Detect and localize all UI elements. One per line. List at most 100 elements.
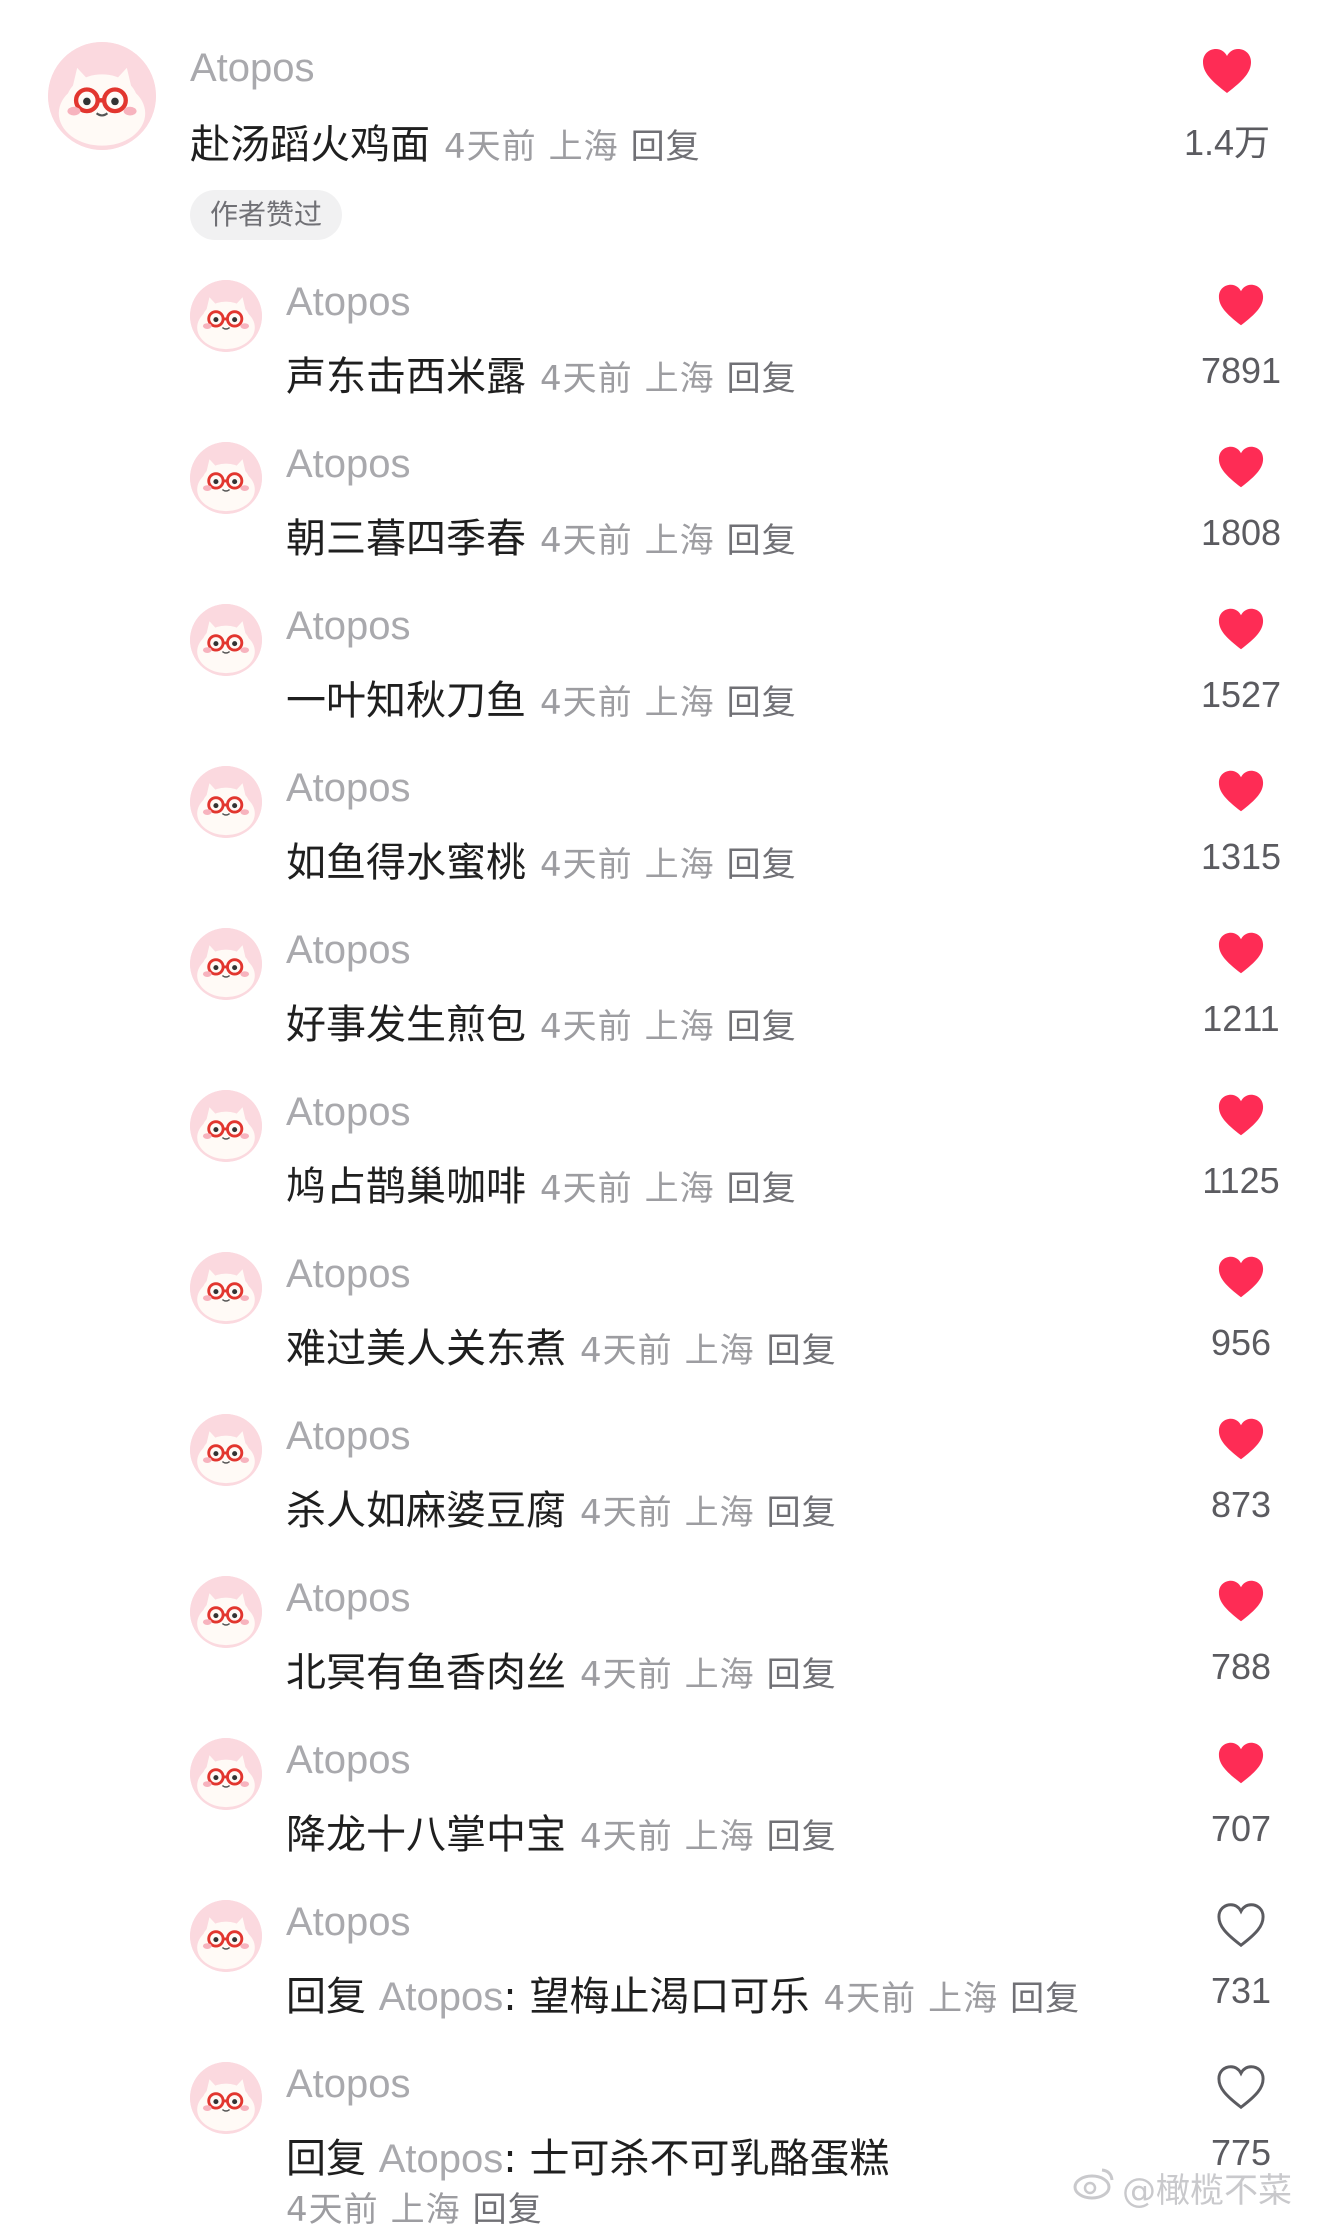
comment-text-line: 朝三暮四季春 4天前 上海 回复 [286,506,809,564]
avatar[interactable] [190,1252,262,1324]
comment-location: 上海 [548,127,619,167]
reply-button[interactable]: 回复 [767,1817,837,1857]
reply-button[interactable]: 回复 [767,1493,837,1533]
reply-item: Atopos 降龙十八掌中宝 4天前 上海 回复 707 [0,1730,1320,1892]
like-heart-icon[interactable] [1216,930,1266,976]
like-heart-icon[interactable] [1216,1740,1266,1786]
comment-username[interactable]: Atopos [286,442,411,487]
comment-text: 难过美人关东煮 [286,1326,566,1372]
comment-time: 4天前 [540,1007,633,1047]
reply-button[interactable]: 回复 [727,845,797,885]
reply-button[interactable]: 回复 [727,683,797,723]
avatar[interactable] [48,42,156,150]
comment-text: 北冥有鱼香肉丝 [286,1650,566,1696]
comment-location: 上海 [644,521,715,561]
like-heart-icon[interactable] [1216,768,1266,814]
reply-item: Atopos 如鱼得水蜜桃 4天前 上海 回复 1315 [0,758,1320,920]
comment-username[interactable]: Atopos [286,1738,411,1783]
comment-text: 一叶知秋刀鱼 [286,678,526,724]
reply-item: Atopos 声东击西米露 4天前 上海 回复 7891 [0,272,1320,434]
avatar[interactable] [190,766,262,838]
reply-button[interactable]: 回复 [767,1331,837,1371]
reply-button[interactable]: 回复 [727,1169,797,1209]
comment-time: 4天前 [540,683,633,723]
comment-username[interactable]: Atopos [286,1414,411,1459]
comment-text: 鸠占鹊巢咖啡 [286,1164,526,1210]
like-heart-icon[interactable] [1216,1416,1266,1462]
comment-time: 4天前 [286,2190,379,2230]
comment-username[interactable]: Atopos [286,604,411,649]
like-count: 1125 [1202,1160,1280,1201]
avatar[interactable] [190,1576,262,1648]
comment-username[interactable]: Atopos [286,766,411,811]
like-heart-icon[interactable] [1216,1902,1266,1948]
avatar[interactable] [190,1414,262,1486]
comment-time: 4天前 [540,359,633,399]
comment-username[interactable]: Atopos [286,1252,411,1297]
comment-location: 上海 [644,1169,715,1209]
like-heart-icon[interactable] [1216,282,1266,328]
like-heart-icon[interactable] [1216,444,1266,490]
comment-text: 杀人如麻婆豆腐 [286,1488,566,1534]
comment-text: 朝三暮四季春 [286,516,526,562]
comment-username[interactable]: Atopos [286,1576,411,1621]
reply-target-username[interactable]: Atopos [379,2137,504,2181]
like-heart-icon[interactable] [1216,1578,1266,1624]
avatar[interactable] [190,604,262,676]
weibo-logo-icon [1072,2165,1116,2210]
comment-location: 上海 [644,359,715,399]
avatar[interactable] [190,1738,262,1810]
reply-button[interactable]: 回复 [727,359,797,399]
avatar[interactable] [190,1900,262,1972]
top-comment: Atopos 赴汤蹈火鸡面 4天前 上海 回复 作者赞过 1.4万 [0,0,1320,250]
like-heart-icon[interactable] [1216,1254,1266,1300]
avatar[interactable] [190,280,262,352]
watermark: @橄榄不菜 [1072,2163,1292,2212]
comment-time: 4天前 [823,1979,917,2019]
like-heart-icon[interactable] [1216,606,1266,652]
comment-username[interactable]: Atopos [286,1900,411,1945]
reply-item: Atopos 杀人如麻婆豆腐 4天前 上海 回复 873 [0,1406,1320,1568]
reply-button[interactable]: 回复 [473,2190,543,2230]
author-liked-badge: 作者赞过 [190,190,343,240]
comment-text: 降龙十八掌中宝 [286,1812,566,1858]
like-count: 788 [1210,1646,1272,1687]
like-heart-icon[interactable] [1216,1092,1266,1138]
comment-username[interactable]: Atopos [286,1090,411,1135]
reply-button[interactable]: 回复 [767,1655,837,1695]
comment-username[interactable]: Atopos [286,2062,411,2107]
comment-text-line: 赴汤蹈火鸡面 4天前 上海 回复 [190,112,713,170]
comment-text-line: 如鱼得水蜜桃 4天前 上海 回复 [286,830,809,888]
comment-username[interactable]: Atopos [286,928,411,973]
comment-text-line: 北冥有鱼香肉丝 4天前 上海 回复 [286,1640,849,1698]
like-heart-icon[interactable] [1200,46,1254,96]
comment-location: 上海 [684,1655,755,1695]
reply-item: Atopos 回复 Atopos: 望梅止渴口可乐 4天前 上海 回复 731 [0,1892,1320,2054]
reply-target-username[interactable]: Atopos [379,1975,504,2019]
comment-time: 4天前 [444,127,537,167]
comment-location: 上海 [390,2190,461,2230]
avatar[interactable] [190,1090,262,1162]
avatar[interactable] [190,442,262,514]
reply-prefix: 回复 [286,1974,366,2020]
comment-username[interactable]: Atopos [190,46,315,91]
comment-text-line: 鸠占鹊巢咖啡 4天前 上海 回复 [286,1154,809,1212]
comment-username[interactable]: Atopos [286,280,411,325]
comment-location: 上海 [684,1331,755,1371]
avatar[interactable] [190,928,262,1000]
reply-prefix: 回复 [286,2136,366,2182]
comment-location: 上海 [644,845,715,885]
reply-button[interactable]: 回复 [1010,1979,1080,2019]
comment-text: : 士可杀不可乳酪蛋糕 [503,2136,890,2182]
comment-text-line: 回复 Atopos: 士可杀不可乳酪蛋糕 [286,2126,889,2184]
comment-text: 如鱼得水蜜桃 [286,840,526,886]
comment-time: 4天前 [580,1493,673,1533]
comment-text-line: 好事发生煎包 4天前 上海 回复 [286,992,809,1050]
comment-location: 上海 [644,1007,715,1047]
reply-button[interactable]: 回复 [727,521,797,561]
like-heart-icon[interactable] [1216,2064,1266,2110]
reply-button[interactable]: 回复 [727,1007,797,1047]
avatar[interactable] [190,2062,262,2134]
comment-time: 4天前 [540,1169,633,1209]
reply-button[interactable]: 回复 [631,127,701,167]
